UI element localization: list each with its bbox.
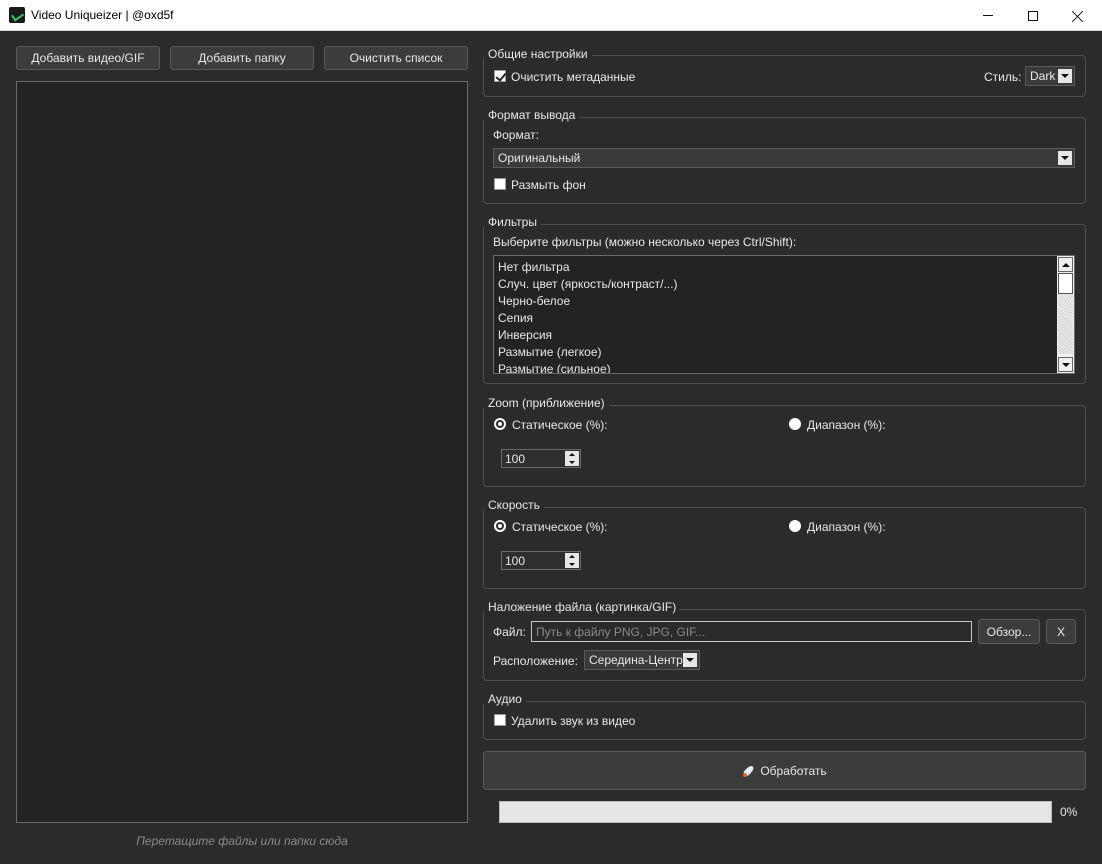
- general-settings-title: Общие настройки: [484, 47, 592, 61]
- stepper-up-icon[interactable]: [565, 553, 579, 561]
- zoom-range-radio[interactable]: [789, 418, 801, 430]
- zoom-static-radio[interactable]: [494, 418, 506, 430]
- app-icon: [9, 7, 25, 23]
- zoom-value: 100: [505, 451, 526, 466]
- drop-hint: Перетащите файлы или папки сюда: [136, 834, 348, 848]
- speed-value: 100: [505, 553, 526, 568]
- speed-range-radio[interactable]: [789, 520, 801, 532]
- scroll-track[interactable]: [1058, 294, 1073, 354]
- maximize-icon: [1028, 10, 1038, 21]
- chevron-down-icon: [1058, 69, 1072, 83]
- minimize-button[interactable]: [965, 0, 1011, 31]
- format-select[interactable]: Оригинальный: [493, 148, 1075, 168]
- stepper-up-icon[interactable]: [565, 451, 579, 459]
- clear-overlay-button[interactable]: X: [1046, 619, 1076, 644]
- blur-background-label: Размыть фон: [511, 178, 586, 192]
- zoom-value-stepper[interactable]: 100: [501, 449, 581, 468]
- speed-static-radio[interactable]: [494, 520, 506, 532]
- format-label: Формат:: [493, 128, 539, 142]
- browse-button[interactable]: Обзор...: [978, 619, 1040, 644]
- close-icon: [1072, 10, 1084, 22]
- filters-scrollbar[interactable]: [1057, 256, 1074, 373]
- process-button[interactable]: Обработать: [483, 751, 1086, 790]
- maximize-button[interactable]: [1010, 0, 1056, 31]
- zoom-range-label: Диапазон (%):: [807, 418, 886, 432]
- add-folder-button[interactable]: Добавить папку: [170, 46, 314, 70]
- filters-hint: Выберите фильтры (можно несколько через …: [493, 235, 797, 249]
- overlay-position-label: Расположение:: [493, 654, 578, 668]
- audio-title: Аудио: [484, 692, 526, 706]
- scroll-up-icon[interactable]: [1058, 257, 1073, 272]
- speed-value-stepper[interactable]: 100: [501, 551, 581, 570]
- list-item[interactable]: Сепия: [498, 311, 533, 325]
- progress-bar: [499, 801, 1052, 823]
- chevron-down-icon: [683, 653, 697, 667]
- stepper-buttons[interactable]: [565, 553, 579, 568]
- scroll-thumb[interactable]: [1058, 273, 1073, 294]
- list-item[interactable]: Случ. цвет (яркость/контраст/...): [498, 277, 677, 291]
- overlay-position-value: Середина-Центр: [589, 653, 683, 667]
- rocket-icon: [742, 764, 756, 778]
- clear-metadata-label: Очистить метаданные: [511, 70, 636, 84]
- output-format-title: Формат вывода: [484, 108, 580, 122]
- filters-list[interactable]: Нет фильтра Случ. цвет (яркость/контраст…: [493, 255, 1075, 374]
- speed-title: Скорость: [484, 498, 544, 512]
- list-item[interactable]: Инверсия: [498, 328, 552, 342]
- title-bar: Video Uniqueizer | @oxd5f: [0, 0, 1102, 31]
- stepper-buttons[interactable]: [565, 451, 579, 466]
- scroll-down-icon[interactable]: [1058, 357, 1073, 372]
- speed-static-label: Статическое (%):: [512, 520, 608, 534]
- progress-label: 0%: [1060, 805, 1078, 819]
- list-item[interactable]: Размытие (легкое): [498, 345, 602, 359]
- minimize-icon: [983, 15, 993, 16]
- stepper-down-icon[interactable]: [565, 561, 579, 569]
- zoom-static-label: Статическое (%):: [512, 418, 608, 432]
- filters-title: Фильтры: [484, 215, 541, 229]
- stepper-down-icon[interactable]: [565, 459, 579, 467]
- clear-metadata-checkbox[interactable]: [494, 70, 506, 82]
- format-select-value: Оригинальный: [498, 151, 581, 165]
- close-button[interactable]: [1055, 0, 1101, 31]
- clear-list-button[interactable]: Очистить список: [324, 46, 468, 70]
- zoom-title: Zoom (приближение): [484, 396, 609, 410]
- remove-audio-checkbox[interactable]: [494, 714, 506, 726]
- overlay-position-select[interactable]: Середина-Центр: [584, 650, 700, 670]
- blur-background-checkbox[interactable]: [494, 178, 506, 190]
- overlay-file-input[interactable]: [531, 621, 972, 642]
- file-list[interactable]: [16, 81, 468, 823]
- process-button-label: Обработать: [760, 763, 827, 778]
- add-video-button[interactable]: Добавить видео/GIF: [16, 46, 160, 70]
- style-select[interactable]: Dark: [1025, 66, 1075, 86]
- remove-audio-label: Удалить звук из видео: [511, 714, 636, 728]
- speed-range-label: Диапазон (%):: [807, 520, 886, 534]
- list-item[interactable]: Черно-белое: [498, 294, 570, 308]
- chevron-down-icon: [1058, 151, 1072, 165]
- style-select-value: Dark: [1030, 69, 1056, 83]
- window-title: Video Uniqueizer | @oxd5f: [31, 8, 174, 22]
- list-item[interactable]: Нет фильтра: [498, 260, 570, 274]
- overlay-file-label: Файл:: [493, 625, 526, 639]
- overlay-title: Наложение файла (картинка/GIF): [484, 600, 681, 614]
- list-item[interactable]: Размытие (сильное): [498, 362, 611, 373]
- style-label: Стиль:: [984, 70, 1022, 84]
